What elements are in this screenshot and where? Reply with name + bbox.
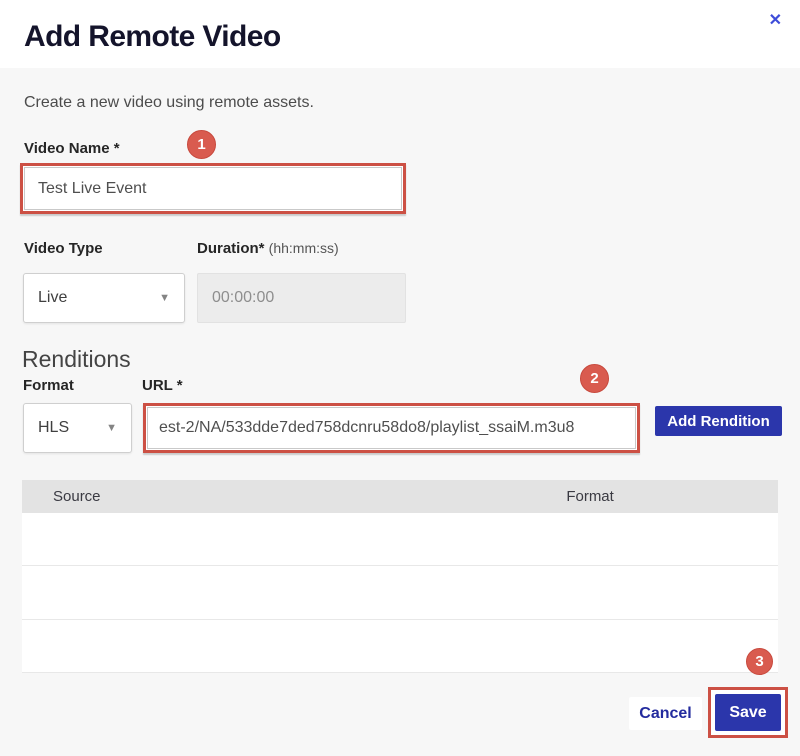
- duration-input[interactable]: 00:00:00: [197, 273, 406, 323]
- video-name-highlight-box: [20, 163, 406, 214]
- modal-subtitle: Create a new video using remote assets.: [24, 94, 314, 112]
- duration-label: Duration* (hh:mm:ss): [197, 240, 339, 257]
- format-label: Format: [23, 377, 74, 394]
- chevron-down-icon: ▼: [106, 422, 117, 434]
- table-header-row: Source Format: [22, 480, 778, 513]
- duration-value: 00:00:00: [212, 289, 274, 307]
- table-row: [22, 513, 778, 566]
- save-highlight-box: Save: [708, 687, 788, 738]
- format-select[interactable]: HLS ▼: [23, 403, 132, 453]
- annotation-badge-1: 1: [187, 130, 216, 159]
- add-rendition-button[interactable]: Add Rendition: [655, 406, 782, 436]
- modal-title: Add Remote Video: [24, 20, 281, 54]
- table-body: [22, 513, 778, 673]
- video-type-value: Live: [38, 289, 67, 307]
- video-type-select[interactable]: Live ▼: [23, 273, 185, 323]
- table-row: [22, 566, 778, 619]
- video-name-label: Video Name *: [24, 140, 120, 157]
- annotation-badge-3: 3: [746, 648, 773, 675]
- duration-label-text: Duration*: [197, 240, 265, 257]
- url-highlight-box: [143, 403, 640, 453]
- format-value: HLS: [38, 419, 69, 437]
- cancel-button[interactable]: Cancel: [629, 697, 702, 730]
- video-name-input[interactable]: [24, 167, 402, 210]
- renditions-heading: Renditions: [22, 346, 131, 373]
- table-row: [22, 620, 778, 673]
- save-button[interactable]: Save: [715, 694, 781, 731]
- annotation-badge-2: 2: [580, 364, 609, 393]
- table-header-source: Source: [22, 488, 566, 505]
- close-icon[interactable]: ✕: [769, 13, 782, 29]
- url-label: URL *: [142, 377, 183, 394]
- url-input[interactable]: [147, 407, 636, 449]
- renditions-table: Source Format: [22, 480, 778, 673]
- video-type-label: Video Type: [24, 240, 103, 257]
- modal-header: Add Remote Video ✕: [0, 0, 800, 68]
- chevron-down-icon: ▼: [159, 292, 170, 304]
- duration-format-hint: (hh:mm:ss): [269, 240, 339, 256]
- table-header-format: Format: [566, 488, 778, 505]
- add-remote-video-modal: Add Remote Video ✕ Create a new video us…: [0, 0, 800, 756]
